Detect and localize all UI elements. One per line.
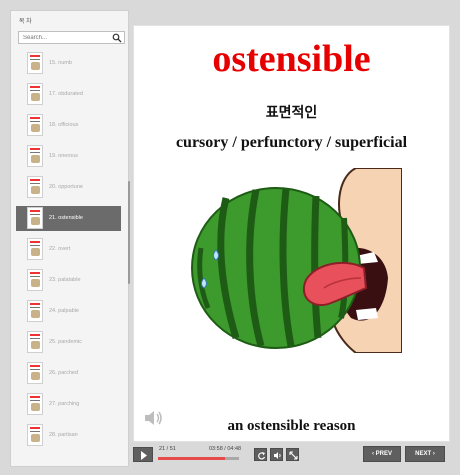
fullscreen-button[interactable] (286, 448, 299, 461)
flashcard: ostensible 표면적인 cursory / perfunctory / … (133, 25, 450, 442)
progress-fill (158, 457, 226, 460)
list-item-label: 20. opportune (49, 184, 83, 190)
thumbnail (27, 52, 43, 74)
thumbnail (27, 83, 43, 105)
list-item-label: 27. parching (49, 401, 80, 407)
list-item[interactable]: 21. ostensible (16, 206, 121, 231)
sidebar: 목 차 15. numb 17. obdurated 18. officious 19… (10, 10, 130, 467)
list-item-label: 23. palatable (49, 277, 81, 283)
thumbnail (27, 300, 43, 322)
lesson-list: 15. numb 17. obdurated 18. officious 19. on… (11, 51, 121, 465)
list-item[interactable]: 26. parched (16, 361, 121, 386)
prev-label: PREV (375, 451, 392, 457)
korean-meaning: 표면적인 (265, 105, 318, 121)
list-item[interactable]: 15. numb (16, 51, 121, 76)
repeat-icon (258, 452, 266, 460)
list-item[interactable]: 24. palpable (16, 299, 121, 324)
play-button[interactable] (133, 447, 153, 462)
player-bar: 21 / 51 03:58 / 04:48 ‹ PREV NEXT › (133, 445, 450, 465)
thumbnail (27, 207, 43, 229)
chevron-right-icon: › (432, 451, 435, 457)
search-input[interactable] (19, 32, 111, 43)
play-icon (141, 451, 147, 460)
volume-button[interactable] (270, 448, 283, 461)
example-phrase: an ostensible reason (227, 418, 356, 434)
list-item[interactable]: 19. onerous (16, 144, 121, 169)
sidebar-scrollbar[interactable] (128, 181, 130, 284)
search-box[interactable] (18, 31, 125, 44)
list-item[interactable]: 18. officious (16, 113, 121, 138)
list-item[interactable]: 22. overt (16, 237, 121, 262)
list-item-label: 15. numb (49, 60, 72, 66)
thumbnail (27, 393, 43, 415)
list-item[interactable]: 25. pandemic (16, 330, 121, 355)
search-icon[interactable] (112, 33, 122, 43)
synonyms: cursory / perfunctory / superficial (175, 134, 408, 151)
fullscreen-icon (289, 451, 298, 460)
list-item-label: 22. overt (49, 246, 71, 252)
time-display: 03:58 / 04:48 (209, 446, 242, 452)
list-item-label: 28. partisan (49, 432, 78, 438)
thumbnail (27, 269, 43, 291)
thumbnail (27, 114, 43, 136)
list-item-label: 19. onerous (49, 153, 79, 159)
vocab-word: ostensible (212, 38, 371, 80)
thumbnail (27, 238, 43, 260)
volume-icon (274, 452, 281, 459)
list-item[interactable]: 28. partisan (16, 423, 121, 448)
sidebar-title: 목 차 (19, 19, 32, 25)
progress-bar[interactable] (158, 457, 239, 460)
repeat-button[interactable] (254, 448, 267, 461)
list-item-label: 18. officious (49, 122, 79, 128)
list-item[interactable]: 17. obdurated (16, 82, 121, 107)
thumbnail (27, 331, 43, 353)
list-item[interactable]: 20. opportune (16, 175, 121, 200)
prev-button[interactable]: ‹ PREV (363, 446, 401, 462)
thumbnail (27, 176, 43, 198)
next-button[interactable]: NEXT › (405, 446, 445, 462)
thumbnail (27, 145, 43, 167)
list-item-label: 17. obdurated (49, 91, 83, 97)
thumbnail (27, 424, 43, 446)
list-item[interactable]: 23. palatable (16, 268, 121, 293)
list-item-label: 25. pandemic (49, 339, 83, 345)
chevron-left-icon: ‹ (371, 451, 374, 457)
list-item-label: 26. parched (49, 370, 79, 376)
watermelon-illustration (191, 168, 402, 353)
next-label: NEXT (415, 451, 432, 457)
list-item-label: 21. ostensible (49, 215, 83, 221)
thumbnail (27, 362, 43, 384)
list-item[interactable]: 27. parching (16, 392, 121, 417)
page-counter: 21 / 51 (159, 446, 176, 452)
list-item-label: 24. palpable (49, 308, 79, 314)
